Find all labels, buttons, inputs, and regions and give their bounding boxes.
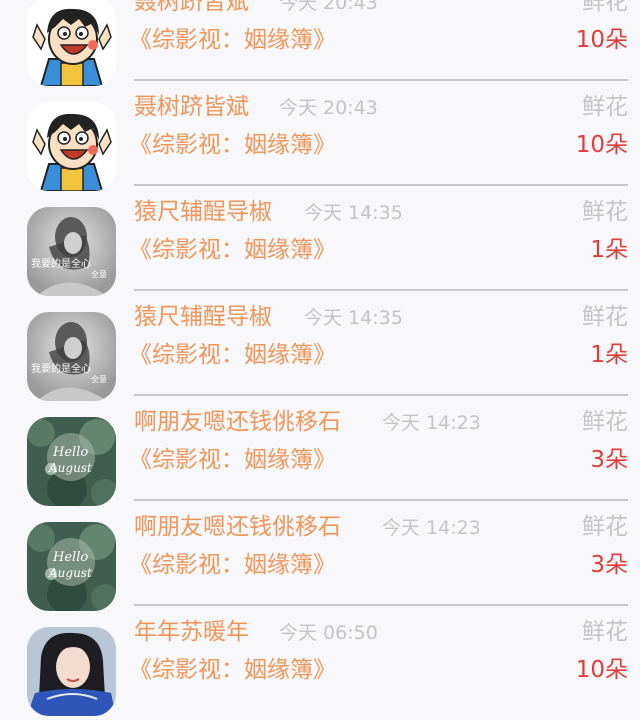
sender-name[interactable]: 聂树跻皆斌 — [134, 93, 249, 121]
book-title[interactable]: 《综影视：姻缘簿》 — [129, 446, 336, 474]
gift-count: 3朵 — [590, 552, 628, 578]
sender-name[interactable]: 聂树跻皆斌 — [134, 0, 249, 16]
avatar-caption: August — [49, 461, 92, 475]
avatar-caption: August — [49, 566, 92, 580]
avatar[interactable]: 我要的是全心 全意 — [27, 207, 116, 296]
gift-type: 鲜花 — [582, 619, 628, 645]
avatar-caption: 全意 — [91, 270, 107, 279]
list-item[interactable]: 聂树跻皆斌 今天 20:43 鲜花 《综影视：姻缘簿》 10朵 — [0, 81, 640, 191]
book-title[interactable]: 《综影视：姻缘簿》 — [129, 236, 336, 264]
avatar-caption: 全意 — [91, 375, 107, 384]
gift-record-list: 聂树跻皆斌 今天 20:43 鲜花 《综影视：姻缘簿》 10朵 聂树跻皆斌 今天… — [0, 0, 640, 720]
gift-type: 鲜花 — [582, 199, 628, 225]
book-title[interactable]: 《综影视：姻缘簿》 — [129, 26, 336, 54]
gift-count: 3朵 — [590, 447, 628, 473]
timestamp: 今天 14:35 — [304, 307, 403, 329]
avatar-caption: Hello — [53, 550, 89, 565]
sender-name[interactable]: 猿尺辅酲导椒 — [134, 303, 272, 331]
gift-type: 鲜花 — [582, 409, 628, 435]
gift-type: 鲜花 — [582, 514, 628, 540]
book-title[interactable]: 《综影视：姻缘簿》 — [129, 551, 336, 579]
sender-name[interactable]: 猿尺辅酲导椒 — [134, 198, 272, 226]
avatar[interactable]: Hello August — [27, 522, 116, 611]
book-title[interactable]: 《综影视：姻缘簿》 — [129, 341, 336, 369]
gift-count: 1朵 — [590, 342, 628, 368]
timestamp: 今天 20:43 — [279, 97, 378, 119]
sender-name[interactable]: 啊朋友嗯还钱佻移石 — [134, 513, 341, 541]
timestamp: 今天 14:35 — [304, 202, 403, 224]
timestamp: 今天 06:50 — [279, 622, 378, 644]
sender-name[interactable]: 啊朋友嗯还钱佻移石 — [134, 408, 341, 436]
book-title[interactable]: 《综影视：姻缘簿》 — [129, 656, 336, 684]
avatar-caption: 我要的是全心 — [31, 364, 91, 375]
cartoon-boy-icon — [27, 0, 116, 86]
list-item[interactable]: 年年苏暖年 今天 06:50 鲜花 《综影视：姻缘簿》 10朵 — [0, 606, 640, 716]
timestamp: 今天 14:23 — [382, 412, 481, 434]
list-item[interactable]: 我要的是全心 全意 猿尺辅酲导椒 今天 14:35 鲜花 《综影视：姻缘簿》 1… — [0, 291, 640, 401]
avatar-caption: 我要的是全心 — [31, 259, 91, 270]
gift-type: 鲜花 — [582, 94, 628, 120]
gift-count: 10朵 — [575, 132, 628, 158]
avatar[interactable]: Hello August — [27, 417, 116, 506]
list-item[interactable]: Hello August 啊朋友嗯还钱佻移石 今天 14:23 鲜花 《综影视：… — [0, 396, 640, 506]
gift-count: 10朵 — [575, 657, 628, 683]
grayscale-portrait-icon — [27, 207, 116, 296]
timestamp: 今天 20:43 — [279, 0, 378, 14]
gift-count: 10朵 — [575, 27, 628, 53]
gift-count: 1朵 — [590, 237, 628, 263]
book-title[interactable]: 《综影视：姻缘簿》 — [129, 131, 336, 159]
avatar[interactable] — [27, 102, 116, 191]
avatar[interactable]: 我要的是全心 全意 — [27, 312, 116, 401]
timestamp: 今天 14:23 — [382, 517, 481, 539]
grayscale-portrait-icon — [27, 312, 116, 401]
list-item[interactable]: 我要的是全心 全意 猿尺辅酲导椒 今天 14:35 鲜花 《综影视：姻缘簿》 1… — [0, 186, 640, 296]
avatar[interactable] — [27, 0, 116, 86]
gift-type: 鲜花 — [582, 304, 628, 330]
list-item[interactable]: 聂树跻皆斌 今天 20:43 鲜花 《综影视：姻缘簿》 10朵 — [0, 0, 640, 86]
woman-photo-icon — [27, 627, 116, 716]
avatar-caption: Hello — [53, 445, 89, 460]
gift-type: 鲜花 — [582, 0, 628, 15]
sender-name[interactable]: 年年苏暖年 — [134, 618, 249, 646]
list-item[interactable]: Hello August 啊朋友嗯还钱佻移石 今天 14:23 鲜花 《综影视：… — [0, 501, 640, 611]
cartoon-boy-icon — [27, 102, 116, 191]
avatar[interactable] — [27, 627, 116, 716]
